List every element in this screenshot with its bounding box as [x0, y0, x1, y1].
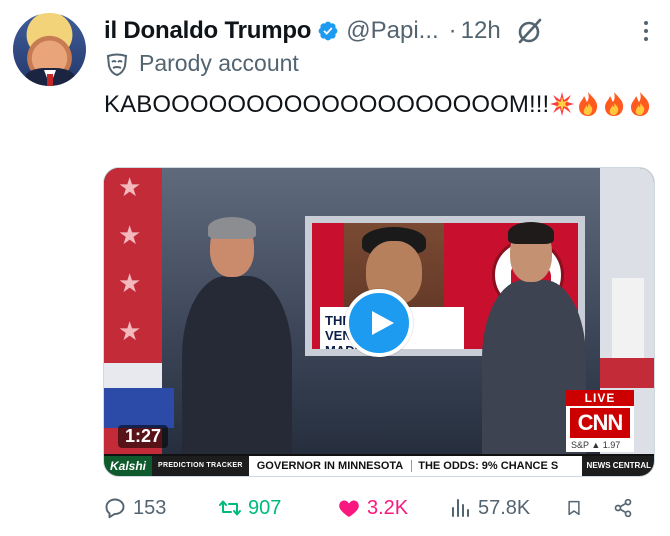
video-left-blue-panel — [104, 388, 174, 428]
bookmark-icon — [568, 500, 580, 516]
heart-icon — [339, 500, 359, 517]
author-handle[interactable]: @Papi... — [346, 17, 438, 45]
reply-button[interactable]: 153 — [103, 490, 166, 526]
views-button[interactable]: 57.8K — [448, 490, 530, 526]
like-button[interactable]: 3.2K — [337, 490, 408, 526]
news-ticker: Kalshi PREDICTION TRACKER GOVERNOR IN MI… — [104, 454, 654, 476]
repost-button[interactable]: 907 — [218, 490, 281, 526]
collision-emoji-icon — [549, 91, 575, 117]
video-player[interactable]: THE GOP & VENEZUELA MADURO ★ ★ ★ ★ LIVE … — [103, 167, 655, 477]
post-timestamp[interactable]: 12h — [461, 17, 501, 45]
more-options-icon[interactable] — [636, 18, 656, 44]
reply-icon — [105, 498, 125, 519]
fire-emoji-icon — [601, 91, 627, 117]
repost-icon — [219, 500, 241, 516]
cnn-live-bug: LIVE CNN S&P ▲ 1.97 — [566, 390, 634, 452]
verified-badge-icon[interactable] — [317, 20, 339, 42]
fire-emoji-icon — [627, 91, 653, 117]
play-button[interactable] — [345, 289, 413, 357]
parody-label-text: Parody account — [139, 50, 299, 76]
repost-count: 907 — [248, 496, 282, 519]
fire-emoji-icon — [575, 91, 601, 117]
cnn-logo: CNN — [570, 408, 630, 438]
grok-icon[interactable] — [515, 16, 545, 46]
post-text-body: KABOOOOOOOOOOOOOOOOOOOM!!! — [104, 91, 550, 118]
ticker-headline-b: THE ODDS: 9% CHANCE S — [418, 460, 559, 472]
author-avatar[interactable] — [13, 13, 86, 86]
share-icon — [614, 498, 632, 518]
parody-mask-icon — [104, 51, 130, 77]
play-icon — [371, 311, 394, 335]
reply-count: 153 — [133, 496, 167, 519]
like-count: 3.2K — [367, 496, 409, 519]
sp-index: S&P ▲ 1.97 — [571, 440, 621, 450]
ticker-headline-a: GOVERNOR IN MINNESOTA — [249, 460, 413, 472]
ticker-tag: NEWS CENTRAL — [581, 456, 654, 476]
author-display-name[interactable]: il Donaldo Trumpo — [104, 17, 311, 45]
video-duration: 1:27 — [118, 425, 169, 448]
avatar-tie — [47, 74, 53, 86]
live-label: LIVE — [566, 390, 634, 406]
post-text: KABOOOOOOOOOOOOOOOOOOOM!!! — [104, 88, 656, 122]
parody-label: Parody account — [104, 50, 299, 77]
bookmark-button[interactable] — [565, 490, 589, 526]
share-button[interactable] — [613, 490, 639, 526]
ticker-segment: PREDICTION TRACKER — [152, 456, 249, 476]
views-chart-icon — [452, 499, 469, 517]
post-header: il Donaldo Trumpo @Papi... · 12h — [104, 14, 656, 48]
post-action-bar: 153 907 3.2K 57.8K — [103, 490, 655, 526]
views-count: 57.8K — [478, 496, 531, 519]
video-anchor-left — [174, 217, 294, 476]
ticker-brand: Kalshi — [104, 456, 153, 476]
meta-separator: · — [448, 17, 457, 44]
